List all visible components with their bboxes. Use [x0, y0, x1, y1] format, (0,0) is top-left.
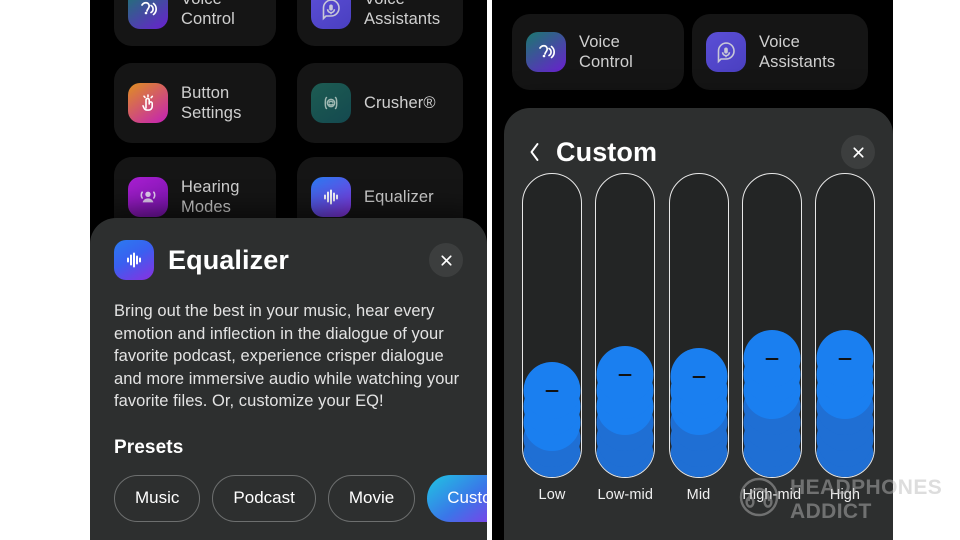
close-icon[interactable] — [841, 135, 875, 169]
eq-band-mid: Mid — [667, 173, 731, 503]
eq-band-low-mid: Low-mid — [593, 173, 657, 503]
eq-band-label: Low — [538, 487, 566, 503]
custom-card-header: Custom — [526, 130, 875, 174]
eq-slider-fill — [816, 301, 874, 477]
tile-label: Voice Assistants — [364, 0, 441, 28]
tile-crusher[interactable]: Crusher® — [297, 63, 463, 143]
dialog-description: Bring out the best in your music, hear e… — [114, 302, 460, 410]
hearing-modes-icon — [128, 177, 168, 217]
eq-band-label: High-mid — [742, 487, 802, 503]
chip-label: Podcast — [233, 488, 295, 507]
eq-slider-fill — [670, 344, 728, 477]
equalizer-icon — [114, 240, 154, 280]
preset-chip-podcast[interactable]: Podcast — [212, 474, 316, 522]
left-phone-screen: Voice Control Voice Assistants — [90, 0, 487, 540]
tile-voice-assistants[interactable]: Voice Assistants — [297, 0, 463, 46]
eq-band-label: Mid — [686, 487, 711, 503]
eq-slider-fill — [523, 362, 581, 477]
eq-slider-fill — [743, 301, 801, 477]
eq-slider-track[interactable] — [668, 173, 729, 478]
tile-label: Voice Control — [181, 0, 235, 28]
tile-label: Voice Control — [579, 33, 633, 71]
right-phone-screen: Voice Control Voice Assistants Custom Lo… — [492, 0, 893, 540]
custom-eq-card: Custom Low Low-mid Mid High-mid High — [504, 108, 893, 540]
back-chevron-icon[interactable] — [526, 139, 542, 165]
eq-band-high-mid: High-mid — [740, 173, 804, 503]
voice-control-icon — [526, 32, 566, 72]
tile-button-settings[interactable]: Button Settings — [114, 63, 276, 143]
tile-voice-assistants[interactable]: Voice Assistants — [692, 14, 868, 90]
presets-label: Presets — [114, 436, 184, 458]
eq-slider-track[interactable] — [815, 173, 875, 478]
eq-slider-track[interactable] — [741, 173, 802, 478]
presets-row: Music Podcast Movie Custom — [114, 474, 487, 522]
tile-label: Button Settings — [181, 84, 242, 122]
button-settings-icon — [128, 83, 168, 123]
chip-label: Custom — [447, 488, 487, 507]
eq-slider-track[interactable] — [595, 173, 656, 478]
eq-band-label: Low-mid — [597, 487, 653, 503]
eq-slider-track[interactable] — [522, 173, 582, 478]
preset-chip-custom[interactable]: Custom — [427, 474, 487, 522]
dialog-header: Equalizer — [114, 240, 463, 280]
preset-chip-music[interactable]: Music — [114, 474, 201, 522]
eq-band-label: High — [829, 487, 861, 503]
equalizer-icon — [311, 177, 351, 217]
dialog-title: Equalizer — [168, 244, 289, 275]
chip-label: Music — [135, 488, 180, 507]
tile-voice-control[interactable]: Voice Control — [512, 14, 684, 90]
custom-card-title: Custom — [556, 136, 658, 167]
tile-label: Crusher® — [364, 94, 436, 112]
screenshot-canvas: Voice Control Voice Assistants — [0, 0, 960, 540]
tile-label: Voice Assistants — [759, 33, 836, 71]
tile-label: Equalizer — [364, 188, 434, 206]
voice-control-icon — [128, 0, 168, 29]
tile-label: Hearing Modes — [181, 178, 240, 216]
eq-slider-fill — [596, 341, 654, 477]
close-icon[interactable] — [429, 243, 463, 277]
preset-chip-movie[interactable]: Movie — [327, 474, 416, 522]
crusher-icon — [311, 83, 351, 123]
equalizer-info-dialog: Equalizer Bring out the best in your mus… — [90, 218, 487, 540]
tile-voice-control[interactable]: Voice Control — [114, 0, 276, 46]
chip-label: Movie — [348, 488, 395, 507]
voice-assistant-icon — [706, 32, 746, 72]
eq-band-high: High — [813, 173, 877, 503]
voice-assistant-icon — [311, 0, 351, 29]
equalizer-band-sliders: Low Low-mid Mid High-mid High — [520, 173, 877, 503]
eq-band-low: Low — [520, 173, 584, 503]
